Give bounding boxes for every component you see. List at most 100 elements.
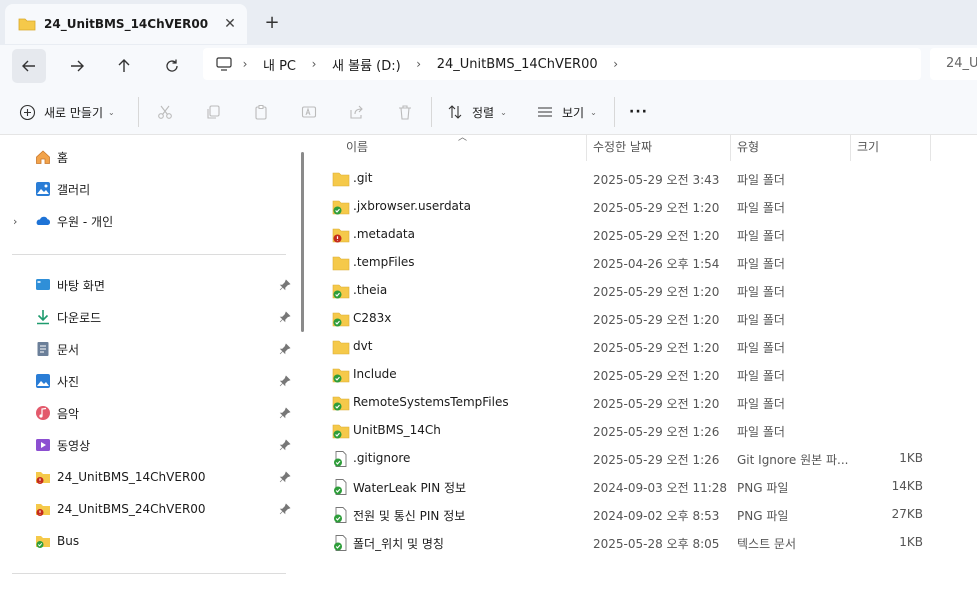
file-synced-icon [332, 451, 350, 467]
back-button[interactable] [12, 49, 46, 83]
sidebar-item-label: 바탕 화면 [57, 278, 105, 293]
copy-icon [207, 105, 220, 119]
sidebar-item-bus[interactable]: Bus [0, 527, 296, 555]
folder-synced-icon [332, 283, 350, 299]
gallery-icon [36, 182, 50, 196]
download-icon [37, 310, 49, 325]
tab-close-button[interactable]: ✕ [217, 16, 243, 32]
view-button[interactable]: 보기 ⌄ [537, 99, 597, 125]
chevron-right-icon[interactable]: › [407, 57, 431, 71]
copy-button[interactable] [203, 102, 223, 122]
chevron-right-icon[interactable]: › [233, 57, 257, 71]
sidebar-item-folder-24ch[interactable]: 24_UnitBMS_24ChVER00 [0, 495, 296, 523]
file-type: 파일 폴더 [737, 285, 785, 299]
chevron-right-icon[interactable]: › [604, 57, 628, 71]
column-divider[interactable] [930, 135, 931, 161]
refresh-button[interactable] [155, 49, 189, 83]
pin-icon [279, 439, 291, 451]
table-row[interactable]: .metadata 2025-05-29 오전 1:20 파일 폴더 [312, 221, 977, 249]
file-date: 2025-05-28 오후 8:05 [593, 537, 720, 551]
sort-button[interactable]: 정렬 ⌄ [447, 99, 507, 125]
file-name: Include [353, 367, 397, 381]
table-row[interactable]: .jxbrowser.userdata 2025-05-29 오전 1:20 파일 … [312, 193, 977, 221]
file-name: UnitBMS_14Ch [353, 423, 441, 437]
videos-icon [36, 439, 50, 451]
paste-button[interactable] [251, 102, 271, 122]
table-row[interactable]: 전원 및 통신 PIN 정보 2024-09-02 오후 8:53 PNG 파일 27… [312, 501, 977, 529]
column-header-type[interactable]: 유형 [737, 135, 759, 161]
sidebar-item-pictures[interactable]: 사진 [0, 367, 296, 395]
file-type: PNG 파일 [737, 481, 789, 495]
table-row[interactable]: WaterLeak PIN 정보 2024-09-03 오전 11:28 PNG 파… [312, 473, 977, 501]
table-row[interactable]: .git 2025-05-29 오전 3:43 파일 폴더 [312, 165, 977, 193]
tab-title: 24_UnitBMS_14ChVER00 [44, 17, 209, 31]
folder-error-icon [332, 227, 350, 243]
sidebar-item-folder-14ch[interactable]: 24_UnitBMS_14ChVER00 [0, 463, 296, 491]
search-input[interactable]: 24_Ur [930, 48, 977, 80]
chevron-down-icon: ⌄ [500, 107, 507, 117]
forward-button[interactable] [60, 49, 94, 83]
table-row[interactable]: C283x 2025-05-29 오전 1:20 파일 폴더 [312, 305, 977, 333]
file-date: 2025-05-29 오전 1:20 [593, 229, 720, 243]
table-row[interactable]: .tempFiles 2025-04-26 오후 1:54 파일 폴더 [312, 249, 977, 277]
file-date: 2025-05-29 오전 1:20 [593, 201, 720, 215]
sidebar-item-label: 문서 [57, 342, 80, 357]
column-header-date[interactable]: 수정한 날짜 [593, 135, 652, 161]
breadcrumb-current-folder[interactable]: 24_UnitBMS_14ChVER00 [431, 57, 604, 72]
toolbar-divider [431, 97, 432, 127]
chevron-right-icon[interactable]: › [302, 57, 326, 71]
chevron-right-icon[interactable]: › [13, 215, 23, 228]
file-name: .theia [353, 283, 388, 297]
file-type: PNG 파일 [737, 509, 789, 523]
table-row[interactable]: 폴더_위치 및 명칭 2025-05-28 오후 8:05 텍스트 문서 1KB [312, 529, 977, 557]
table-row[interactable]: .gitignore 2025-05-29 오전 1:26 Git Ignore 원… [312, 445, 977, 473]
more-options-button[interactable]: ··· [629, 99, 648, 125]
column-divider[interactable] [730, 135, 731, 161]
address-bar[interactable]: › 내 PC › 새 볼륨 (D:) › 24_UnitBMS_14ChVER0… [203, 48, 921, 80]
breadcrumb-this-pc[interactable]: 내 PC [257, 55, 302, 74]
column-header-size[interactable]: 크기 [857, 135, 879, 161]
column-header-name[interactable]: 이름 [346, 135, 368, 161]
table-row[interactable]: UnitBMS_14Ch 2025-05-29 오전 1:26 파일 폴더 [312, 417, 977, 445]
sidebar-item-videos[interactable]: 동영상 [0, 431, 296, 459]
file-date: 2025-05-29 오전 1:20 [593, 397, 720, 411]
delete-button[interactable] [395, 102, 415, 122]
table-row[interactable]: RemoteSystemsTempFiles 2025-05-29 오전 1:20… [312, 389, 977, 417]
rename-button[interactable] [299, 102, 319, 122]
chevron-down-icon: ⌄ [590, 107, 597, 117]
sidebar-item-desktop[interactable]: 바탕 화면 [0, 271, 296, 299]
file-date: 2025-04-26 오후 1:54 [593, 257, 720, 271]
file-name: .gitignore [353, 451, 411, 465]
sidebar-item-gallery[interactable]: 갤러리 [0, 175, 296, 203]
sidebar-item-downloads[interactable]: 다운로드 [0, 303, 296, 331]
plus-circle-icon [19, 104, 36, 120]
file-type: 텍스트 문서 [737, 537, 797, 551]
sidebar-item-documents[interactable]: 문서 [0, 335, 296, 363]
column-divider[interactable] [586, 135, 587, 161]
file-name: 폴더_위치 및 명칭 [353, 537, 444, 551]
table-row[interactable]: dvt 2025-05-29 오전 1:20 파일 폴더 [312, 333, 977, 361]
cut-button[interactable] [155, 102, 175, 122]
arrow-right-icon [71, 60, 84, 72]
file-date: 2025-05-29 오전 1:26 [593, 453, 720, 467]
file-type: 파일 폴더 [737, 397, 785, 411]
arrow-up-icon [118, 59, 130, 72]
file-list: 이름 수정한 날짜 유형 크기 .git 2025-05-29 오전 3:43 파일… [312, 135, 977, 590]
table-row[interactable]: Include 2025-05-29 오전 1:20 파일 폴더 [312, 361, 977, 389]
file-size: 14KB [891, 479, 923, 493]
desktop-icon [36, 279, 50, 290]
column-divider[interactable] [850, 135, 851, 161]
share-button[interactable] [347, 102, 367, 122]
view-list-icon [538, 107, 552, 117]
new-tab-button[interactable]: + [259, 10, 285, 36]
view-button-label: 보기 [562, 105, 585, 120]
sidebar-scrollbar[interactable] [301, 152, 304, 332]
sidebar-item-music[interactable]: 음악 [0, 399, 296, 427]
sidebar-item-onedrive[interactable]: › 우원 - 개인 [0, 207, 296, 235]
up-button[interactable] [107, 49, 141, 83]
new-button[interactable]: 새로 만들기 ⌄ [19, 99, 115, 125]
tab-current-folder[interactable]: 24_UnitBMS_14ChVER00 ✕ [5, 4, 247, 44]
table-row[interactable]: .theia 2025-05-29 오전 1:20 파일 폴더 [312, 277, 977, 305]
sidebar-item-home[interactable]: 홈 [0, 143, 296, 171]
breadcrumb-drive[interactable]: 새 볼륨 (D:) [326, 55, 407, 74]
